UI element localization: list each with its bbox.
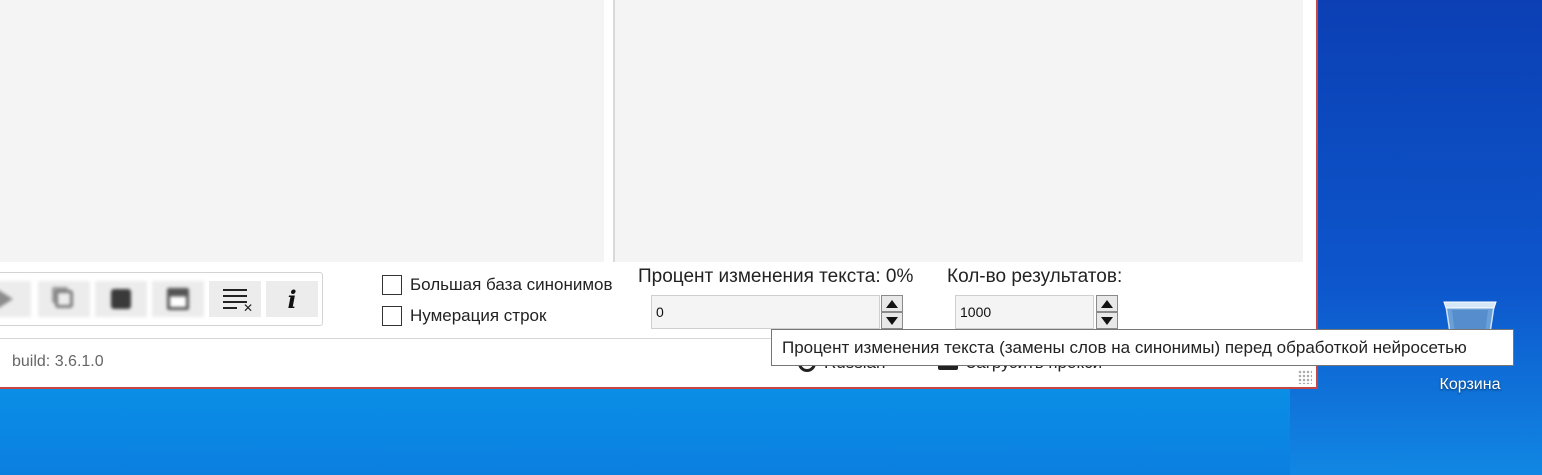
clear-list-icon: ✕ <box>223 289 253 314</box>
percent-tooltip: Процент изменения текста (замены слов на… <box>771 329 1514 366</box>
play-icon <box>0 289 13 309</box>
arrow-up-icon <box>886 299 898 308</box>
checkbox-box[interactable] <box>382 306 402 326</box>
save-icon <box>167 288 189 310</box>
build-version: build: 3.6.1.0 <box>12 353 104 370</box>
arrow-up-icon <box>1101 299 1113 308</box>
info-button[interactable]: i <box>266 281 318 317</box>
results-decrement-button[interactable] <box>1096 312 1118 329</box>
results-stepper[interactable] <box>1096 295 1118 329</box>
input-text-pane[interactable] <box>0 0 604 262</box>
arrow-down-icon <box>886 316 898 325</box>
checkbox-box[interactable] <box>382 275 402 295</box>
play-button[interactable] <box>0 281 31 317</box>
synonyms-db-label: Большая база синонимов <box>410 275 613 294</box>
desktop-background-ray <box>1290 0 1542 475</box>
resize-grip[interactable] <box>1298 370 1312 384</box>
action-toolbar: ✕ i <box>0 272 323 326</box>
percent-stepper[interactable] <box>881 295 903 329</box>
copy-button[interactable] <box>38 281 90 317</box>
percent-increment-button[interactable] <box>881 295 903 312</box>
percent-label: Процент изменения текста: 0% <box>638 266 914 287</box>
randomize-button[interactable] <box>95 281 147 317</box>
output-text-pane[interactable] <box>615 0 1303 262</box>
line-numbers-label: Нумерация строк <box>410 306 547 325</box>
output-pane-scrollbar[interactable] <box>1303 0 1316 262</box>
copy-icon <box>55 290 73 308</box>
recycle-bin-label: Корзина <box>1439 376 1501 393</box>
save-button[interactable] <box>152 281 204 317</box>
info-icon: i <box>287 284 297 314</box>
results-input[interactable]: 1000 <box>955 295 1094 329</box>
results-label: Кол-во результатов: <box>947 266 1123 287</box>
dice-icon <box>111 289 131 309</box>
percent-decrement-button[interactable] <box>881 312 903 329</box>
percent-input[interactable]: 0 <box>651 295 880 329</box>
clear-list-button[interactable]: ✕ <box>209 281 261 317</box>
arrow-down-icon <box>1101 316 1113 325</box>
results-increment-button[interactable] <box>1096 295 1118 312</box>
